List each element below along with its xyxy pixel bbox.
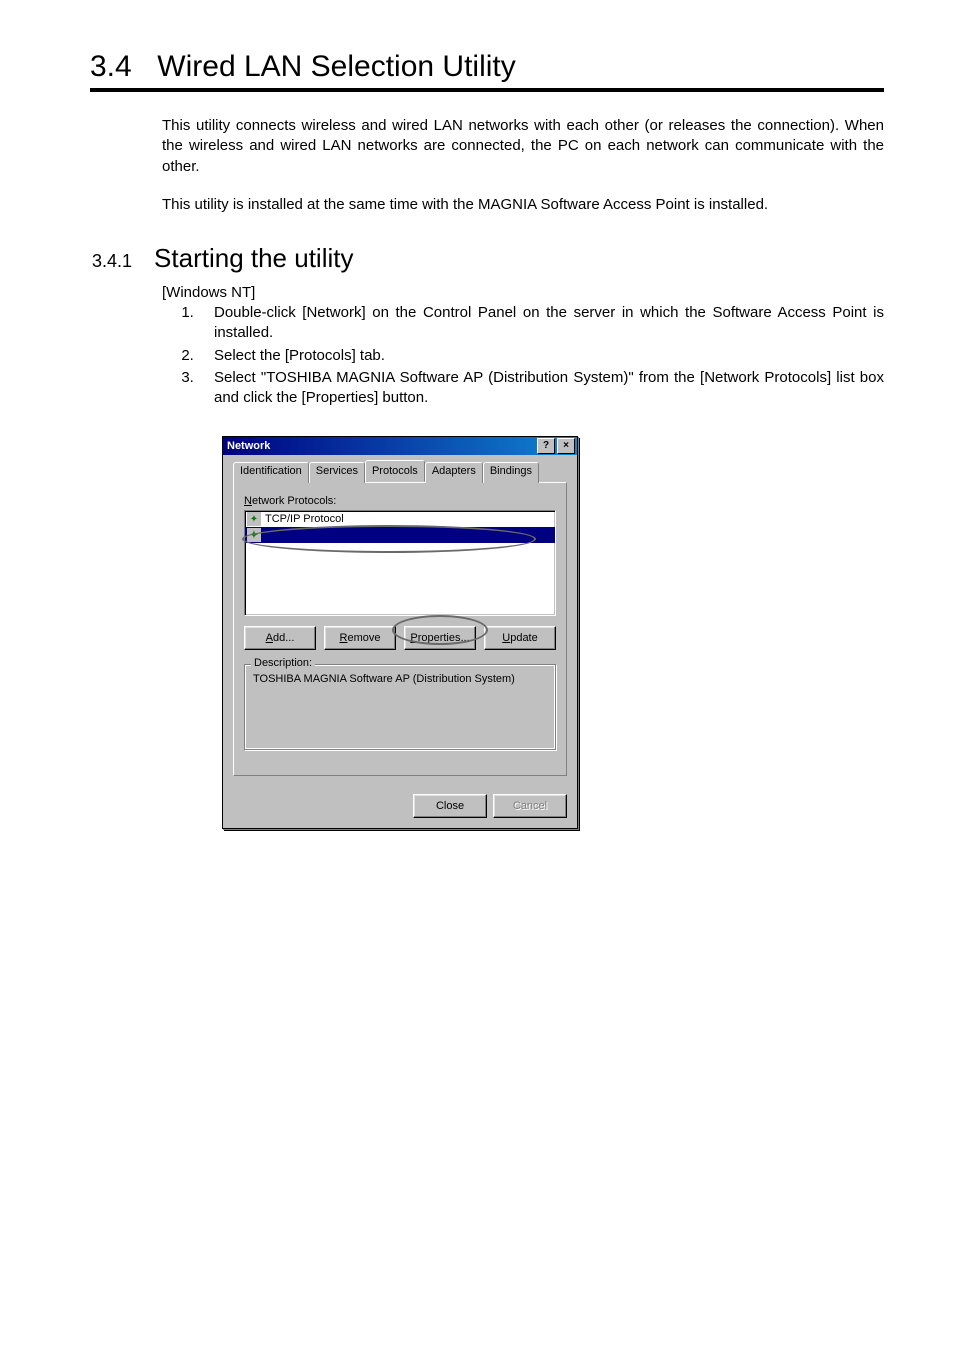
step-1: Double-click [Network] on the Control Pa… — [198, 303, 884, 344]
properties-button[interactable]: Properties... — [404, 626, 476, 650]
tab-bindings[interactable]: Bindings — [483, 462, 539, 483]
network-dialog: Network ? × Identification Services Prot… — [222, 436, 578, 829]
remove-button[interactable]: Remove — [324, 626, 396, 650]
tab-identification[interactable]: Identification — [233, 462, 309, 483]
protocol-icon: ✦ — [247, 528, 261, 542]
tab-protocols[interactable]: Protocols — [365, 460, 425, 482]
subsection-number: 3.4.1 — [92, 251, 132, 272]
list-item-tcpip[interactable]: ✦ TCP/IP Protocol — [245, 511, 555, 527]
dialog-title: Network — [225, 440, 535, 452]
dialog-cancel-button[interactable]: Cancel — [493, 794, 567, 818]
update-button[interactable]: Update — [484, 626, 556, 650]
network-protocols-listbox[interactable]: ✦ TCP/IP Protocol ✦ — [244, 510, 556, 616]
protocols-panel: Network Protocols: ✦ TCP/IP Protocol ✦ — [233, 482, 567, 776]
list-item-selected[interactable]: ✦ — [245, 527, 555, 543]
step-3: Select "TOSHIBA MAGNIA Software AP (Dist… — [198, 368, 884, 409]
tab-strip: Identification Services Protocols Adapte… — [233, 462, 567, 483]
intro-paragraph-2: This utility is installed at the same ti… — [162, 195, 884, 215]
close-button[interactable]: × — [557, 438, 575, 454]
protocol-icon: ✦ — [247, 512, 261, 526]
section-heading: 3.4 Wired LAN Selection Utility — [90, 50, 884, 92]
dialog-close-button[interactable]: Close — [413, 794, 487, 818]
add-button[interactable]: Add... — [244, 626, 316, 650]
step-2: Select the [Protocols] tab. — [198, 346, 884, 366]
section-number: 3.4 — [90, 50, 132, 83]
intro-paragraph-1: This utility connects wireless and wired… — [162, 116, 884, 177]
tab-adapters[interactable]: Adapters — [425, 462, 483, 483]
subsection-title: Starting the utility — [154, 243, 353, 274]
network-protocols-label: Network Protocols: — [244, 495, 556, 507]
dialog-titlebar: Network ? × — [223, 437, 577, 455]
subsection-heading: 3.4.1 Starting the utility — [90, 243, 884, 274]
tab-services[interactable]: Services — [309, 462, 365, 483]
list-item-label: TCP/IP Protocol — [265, 513, 344, 525]
platform-label: [Windows NT] — [162, 284, 884, 301]
description-legend: Description: — [251, 657, 315, 669]
description-groupbox: Description: TOSHIBA MAGNIA Software AP … — [244, 664, 556, 750]
steps-list: Double-click [Network] on the Control Pa… — [198, 303, 884, 408]
description-text: TOSHIBA MAGNIA Software AP (Distribution… — [253, 673, 547, 685]
help-button[interactable]: ? — [537, 438, 555, 454]
section-title: Wired LAN Selection Utility — [157, 50, 515, 83]
